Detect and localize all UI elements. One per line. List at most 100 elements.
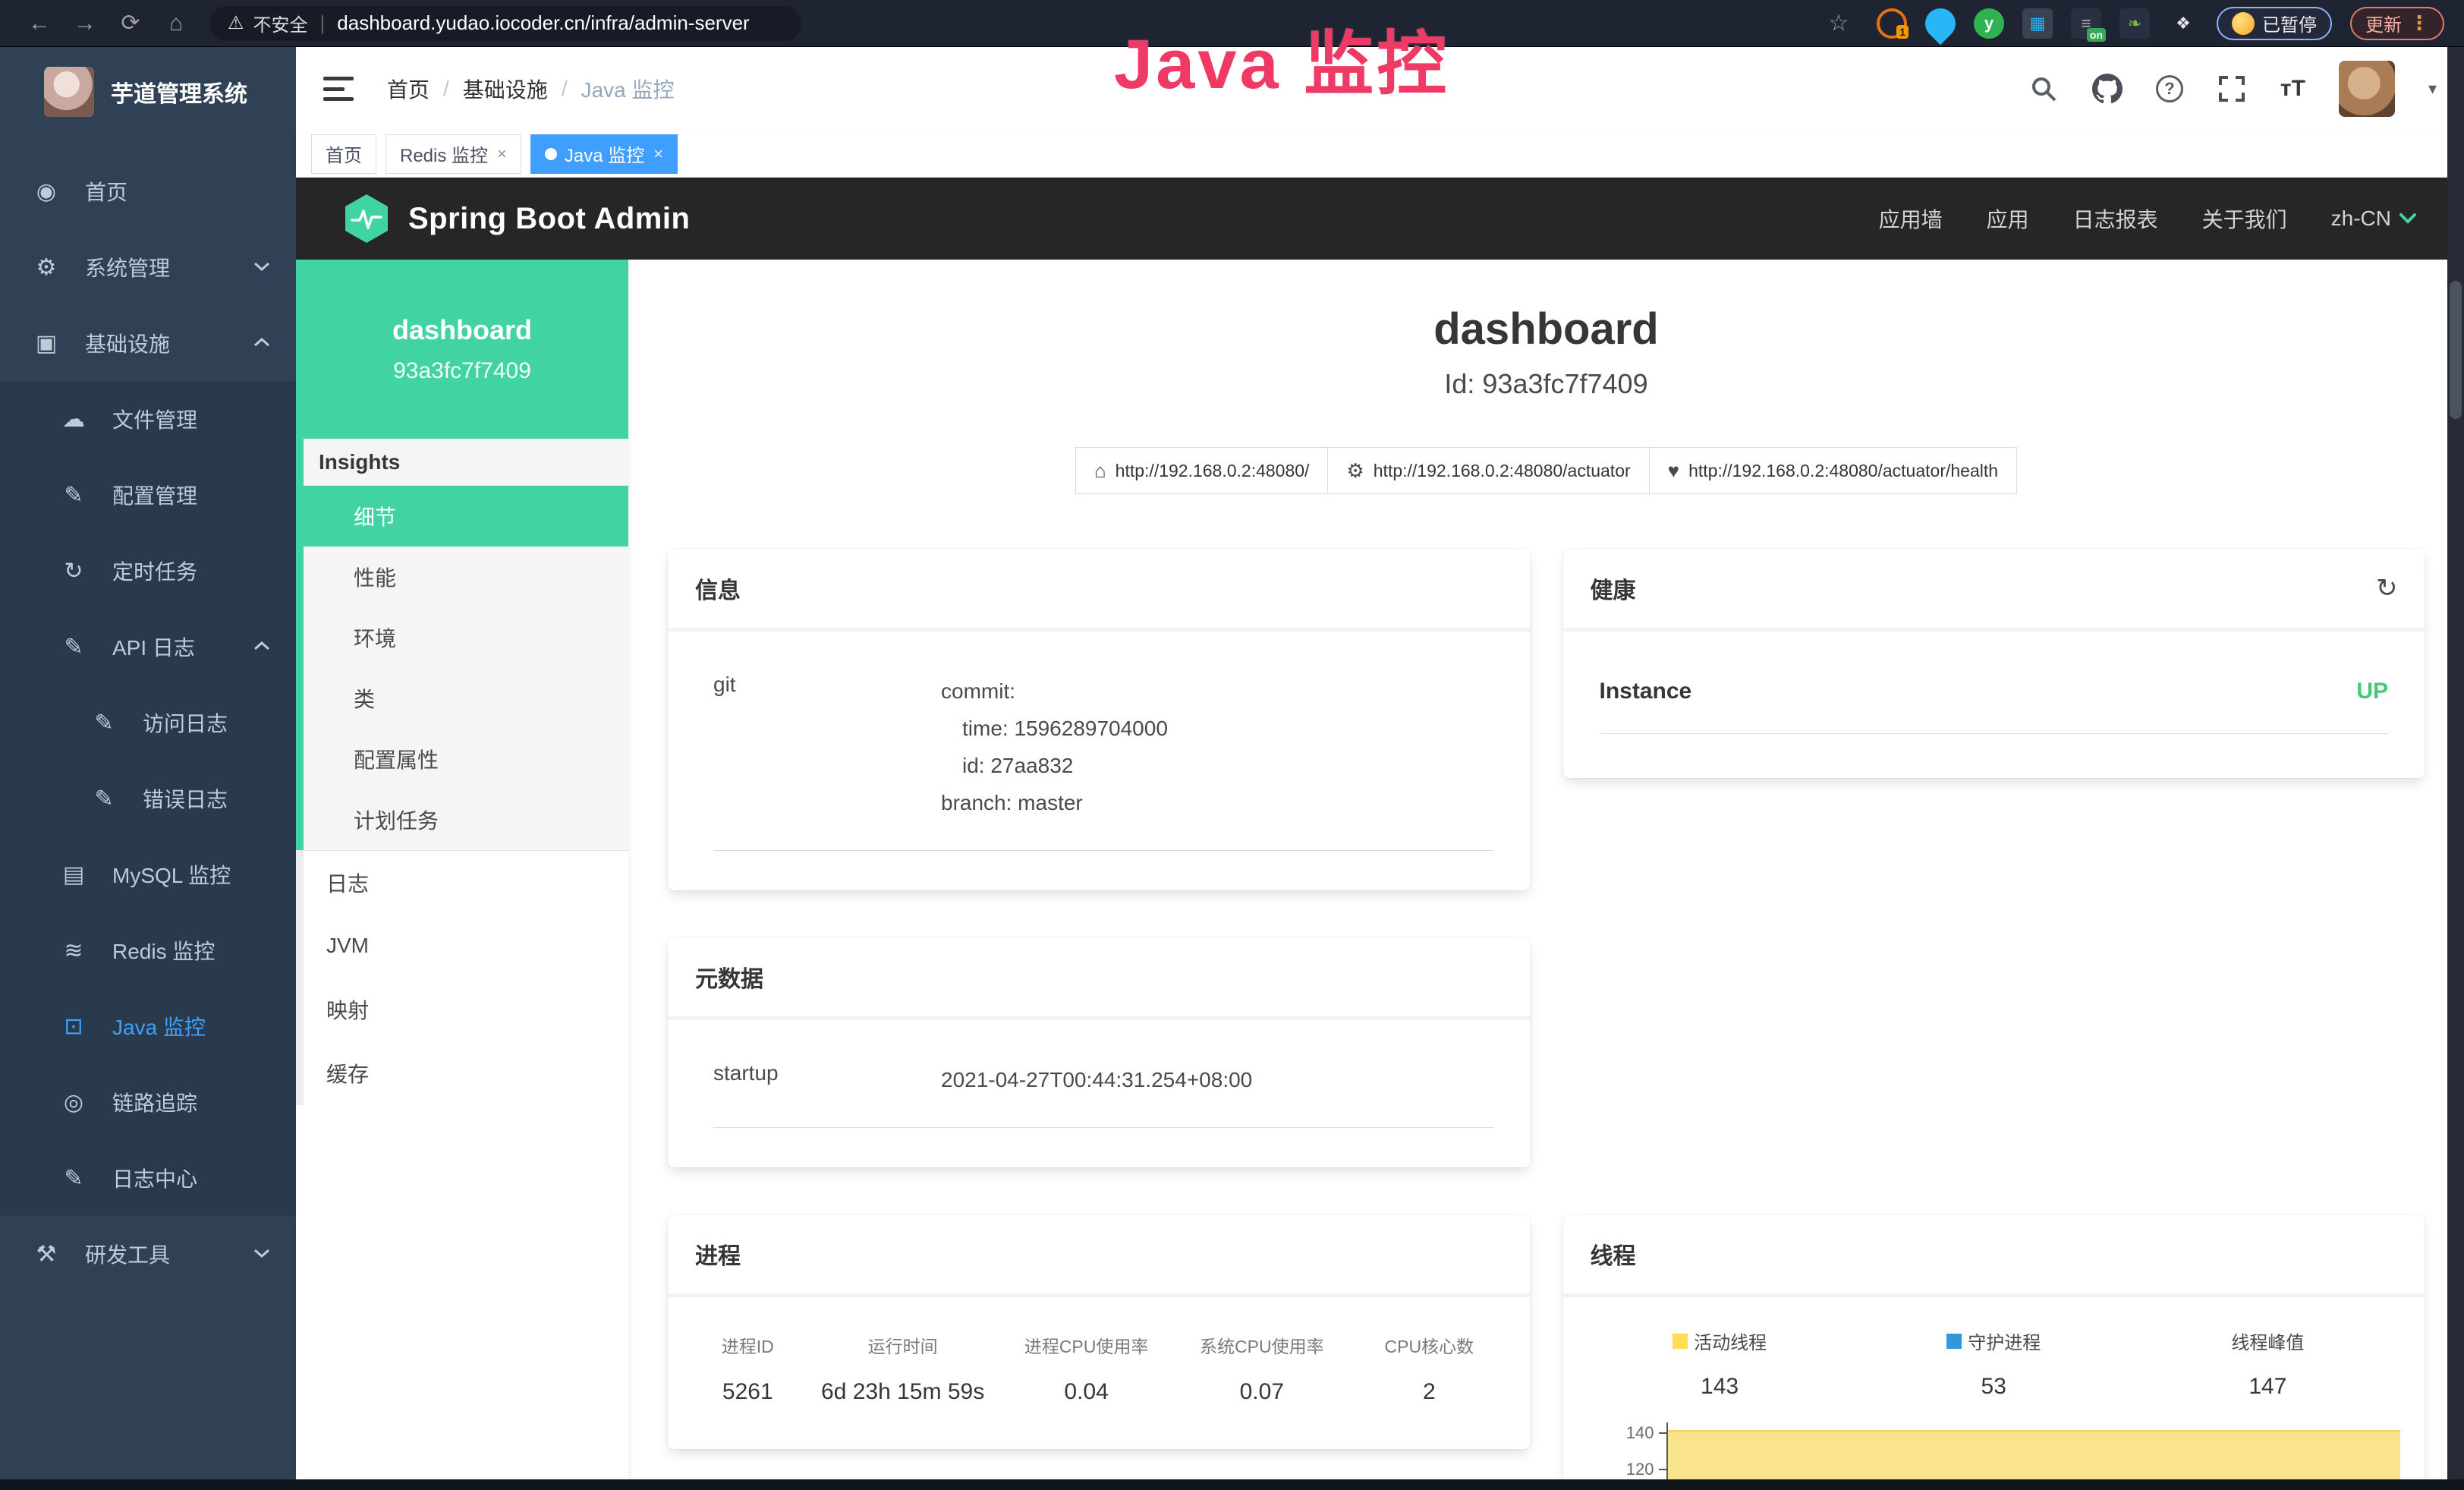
close-icon[interactable]: × (497, 144, 507, 164)
browser-toolbar: ← → ⟳ ⌂ ⚠ 不安全 | dashboard.yudao.iocoder.… (0, 0, 2464, 47)
extension-youdao-icon[interactable]: y (1974, 8, 2004, 39)
sidebar-item-label: MySQL 监控 (112, 859, 231, 890)
sba-nav-applications[interactable]: 应用 (1987, 203, 2029, 234)
window-scrollbar[interactable] (2447, 47, 2464, 1490)
help-icon[interactable]: ? (2156, 75, 2183, 102)
insights-item-metrics[interactable]: 性能 (304, 547, 628, 607)
paused-pill[interactable]: 已暂停 (2217, 7, 2332, 40)
content-column: 首页 / 基础设施 / Java 监控 ? (296, 47, 2464, 1490)
sidebar-logo-row[interactable]: 芋道管理系统 (0, 47, 296, 134)
bookmark-star-icon[interactable]: ☆ (1819, 10, 1858, 36)
fullscreen-icon[interactable] (2217, 74, 2247, 104)
forward-icon[interactable]: → (65, 11, 105, 36)
sidebar-item-config[interactable]: ✎ 配置管理 (0, 457, 296, 533)
insights-item-details[interactable]: 细节 (304, 486, 628, 547)
breadcrumb: 首页 / 基础设施 / Java 监控 (387, 74, 675, 104)
health-url-button[interactable]: ♥ http://192.168.0.2:48080/actuator/heal… (1650, 447, 2017, 494)
insights-item-scheduled-tasks[interactable]: 计划任务 (304, 789, 628, 850)
instance-item-mappings[interactable]: 映射 (296, 978, 628, 1041)
instance-item-caches[interactable]: 缓存 (296, 1041, 628, 1105)
sidebar-item-dev-tools[interactable]: ⚒ 研发工具 (0, 1216, 296, 1292)
sidebar-item-home[interactable]: ◉ 首页 (0, 153, 296, 229)
database-icon: ▤ (56, 862, 91, 888)
service-url-button[interactable]: ⌂ http://192.168.0.2:48080/ (1075, 447, 1329, 494)
sidebar-item-access-log[interactable]: ✎ 访问日志 (0, 685, 296, 761)
col-pid: 进程ID (691, 1332, 805, 1358)
breadcrumb-section[interactable]: 基础设施 (463, 74, 548, 104)
home-icon[interactable]: ⌂ (156, 11, 196, 36)
sidebar-item-java-monitor[interactable]: ⊡ Java 监控 (0, 988, 296, 1064)
insights-item-classes[interactable]: 类 (304, 668, 628, 729)
url-text[interactable]: dashboard.yudao.iocoder.cn/infra/admin-s… (337, 11, 749, 35)
monitor-icon: ▣ (29, 330, 64, 357)
sidebar-item-infra[interactable]: ▣ 基础设施 (0, 305, 296, 381)
github-icon[interactable] (2092, 74, 2123, 104)
sidebar-item-label: 定时任务 (112, 556, 197, 586)
font-size-icon[interactable]: ᴛT (2280, 76, 2305, 102)
extension-grid-icon[interactable]: ▦ (2022, 8, 2053, 39)
health-card-title: 健康 (1591, 572, 1636, 605)
instance-item-jvm[interactable]: JVM (296, 914, 628, 978)
sidebar-item-jobs[interactable]: ↻ 定时任务 (0, 533, 296, 609)
hamburger-icon[interactable] (323, 77, 354, 101)
insights-item-environment[interactable]: 环境 (304, 607, 628, 668)
info-value: commit: time: 1596289704000 id: 27aa832 … (941, 673, 1168, 821)
update-label: 更新 (2365, 10, 2402, 36)
extension-orange-icon[interactable]: 1 (1877, 8, 1907, 39)
sidebar-item-mysql[interactable]: ▤ MySQL 监控 (0, 836, 296, 912)
search-icon[interactable] (2028, 74, 2059, 104)
address-bar[interactable]: ⚠ 不安全 | dashboard.yudao.iocoder.cn/infra… (209, 6, 801, 41)
extension-pin-icon[interactable] (1919, 2, 1962, 45)
sidebar-item-api-log[interactable]: ✎ API 日志 (0, 609, 296, 685)
sidebar-item-error-log[interactable]: ✎ 错误日志 (0, 761, 296, 836)
insights-item-config-props[interactable]: 配置属性 (304, 729, 628, 789)
user-avatar[interactable] (2339, 61, 2395, 117)
insights-group-label: Insights (304, 439, 628, 486)
sidebar-item-redis[interactable]: ≋ Redis 监控 (0, 912, 296, 988)
health-instance-label: Instance (1600, 679, 1692, 704)
history-icon[interactable]: ↺ (2376, 573, 2398, 603)
sidebar-item-system[interactable]: ⚙ 系统管理 (0, 229, 296, 305)
update-button[interactable]: 更新 ⋮ (2350, 7, 2444, 40)
tab-home[interactable]: 首页 (311, 134, 376, 174)
sba-nav-wallboard[interactable]: 应用墙 (1879, 203, 1943, 234)
health-instance-row[interactable]: Instance UP (1600, 679, 2389, 734)
ytick: 120 (1626, 1460, 1654, 1479)
sidebar-item-label: 链路追踪 (112, 1087, 197, 1117)
instance-item-logs[interactable]: 日志 (296, 850, 628, 914)
back-icon[interactable]: ← (20, 11, 59, 36)
breadcrumb-home[interactable]: 首页 (387, 74, 430, 104)
extension-list-icon[interactable]: ≡ on (2071, 8, 2101, 39)
scrollbar-thumb[interactable] (2450, 281, 2462, 419)
process-card-title: 进程 (668, 1214, 1530, 1297)
tab-java-monitor[interactable]: Java 监控 × (530, 134, 678, 174)
instance-header[interactable]: dashboard 93a3fc7f7409 (296, 260, 628, 439)
col-system-cpu: 系统CPU使用率 (1172, 1332, 1352, 1358)
peak-threads-value: 147 (2131, 1374, 2405, 1400)
close-icon[interactable]: × (653, 144, 663, 164)
git-commit-line: commit: (941, 673, 1168, 710)
avatar-caret-icon[interactable]: ▾ (2428, 79, 2437, 99)
not-secure-label[interactable]: 不安全 (253, 10, 308, 36)
extension-puzzle-icon[interactable]: ❖ (2168, 8, 2198, 39)
info-card-title: 信息 (668, 549, 1530, 632)
chrome-menu-icon[interactable]: ⋮ (2409, 11, 2429, 35)
uptime-value: 6d 23h 15m 59s (805, 1379, 1001, 1405)
chevron-down-icon (2399, 213, 2417, 225)
system-cpu-value: 0.07 (1172, 1379, 1352, 1405)
sba-language-select[interactable]: zh-CN (2331, 206, 2417, 231)
actuator-url-button[interactable]: ⚙ http://192.168.0.2:48080/actuator (1328, 447, 1649, 494)
threads-body: 活动线程 守护进程 线程峰值 (1563, 1297, 2425, 1490)
sidebar-item-files[interactable]: ☁ 文件管理 (0, 381, 296, 457)
extension-leaf-icon[interactable]: ❧ (2119, 8, 2150, 39)
sba-brand[interactable]: Spring Boot Admin (343, 193, 690, 244)
window-bottom-edge (0, 1479, 2464, 1490)
sba-nav-about[interactable]: 关于我们 (2202, 203, 2287, 234)
reload-icon[interactable]: ⟳ (111, 10, 150, 36)
sidebar-item-tracing[interactable]: ◎ 链路追踪 (0, 1064, 296, 1140)
wrench-icon: ⚙ (1346, 459, 1364, 483)
sidebar-item-log-center[interactable]: ✎ 日志中心 (0, 1140, 296, 1216)
tab-redis-monitor[interactable]: Redis 监控 × (385, 134, 521, 174)
sba-nav-journal[interactable]: 日志报表 (2073, 203, 2158, 234)
ytick: 140 (1626, 1423, 1654, 1443)
